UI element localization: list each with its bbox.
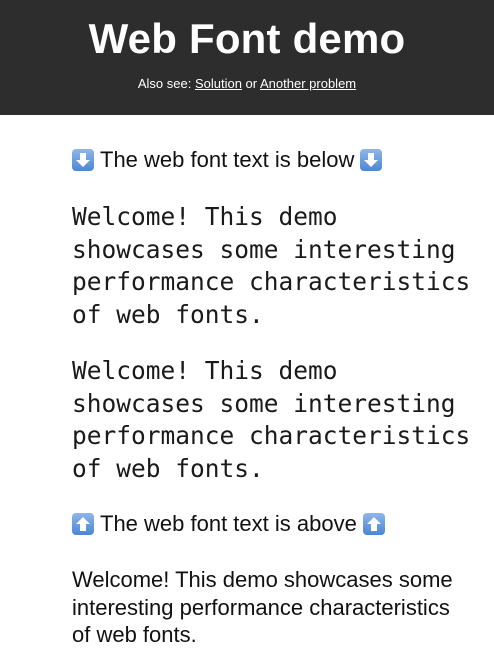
page-title: Web Font demo (88, 15, 406, 62)
also-see-prefix: Also see: (137, 76, 195, 91)
up-arrow-icon (362, 513, 385, 535)
down-arrow-icon (360, 149, 383, 171)
up-arrow-icon (72, 513, 94, 535)
also-see-line: Also see: Solution or Another problem (0, 76, 494, 92)
down-arrow-icon (72, 149, 94, 171)
also-see-joiner: or (241, 76, 261, 91)
marker-above-text: The web font text is above (100, 511, 357, 536)
marker-below: The web font text is below (72, 147, 383, 173)
fallback-paragraph: Welcome! This demo showcases some intere… (72, 567, 453, 647)
another-problem-link[interactable]: Another problem (260, 76, 356, 91)
solution-link[interactable]: Solution (195, 76, 242, 91)
marker-below-text: The web font text is below (100, 147, 355, 172)
page-header: Web Font demo Also see: Solution or Anot… (0, 0, 494, 115)
webfont-paragraph-2: Welcome! This demo showcases some intere… (72, 356, 471, 483)
marker-above: The web font text is above (72, 511, 385, 537)
webfont-paragraph-1: Welcome! This demo showcases some intere… (72, 202, 471, 329)
